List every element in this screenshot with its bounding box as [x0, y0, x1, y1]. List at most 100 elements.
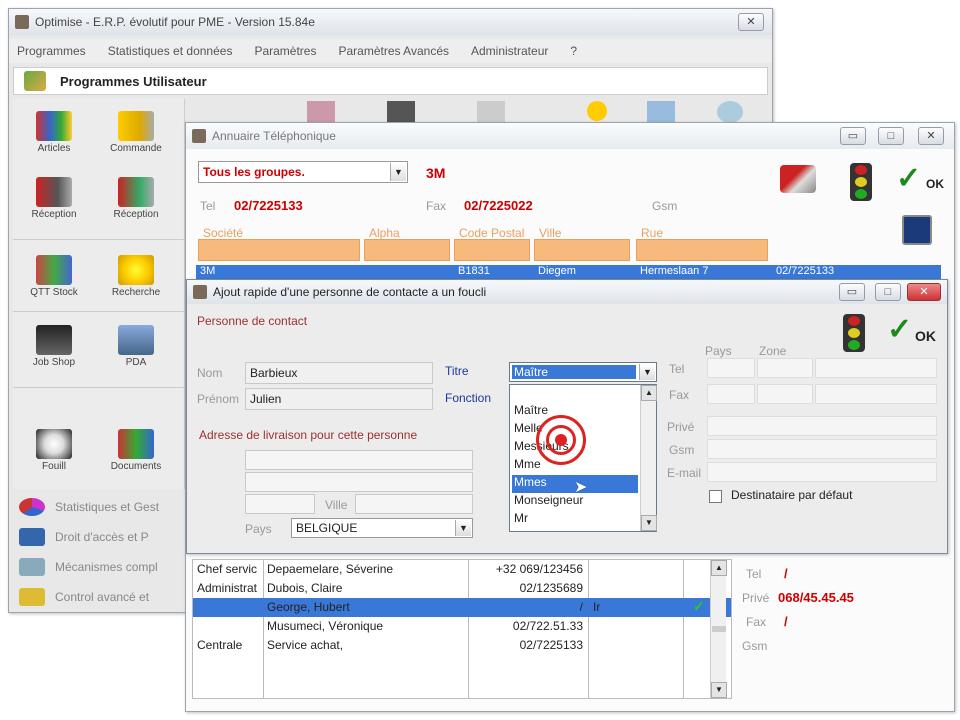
tel-number-field[interactable] [815, 358, 937, 378]
pencil-tools-icon[interactable] [780, 165, 816, 193]
tile-articles-label: Articles [37, 143, 71, 154]
contact-nom: Musumeci, Véronique [267, 619, 384, 633]
tile-pda[interactable]: PDA [101, 319, 171, 389]
menu-administrateur[interactable]: Administrateur [471, 44, 548, 58]
annuaire-minimize-button[interactable]: ▭ [840, 127, 866, 145]
prive-field[interactable] [707, 416, 937, 436]
building-icon[interactable] [477, 101, 505, 123]
ajout-ok-check-icon[interactable]: ✓ [887, 312, 912, 347]
dropdown-scroll-up-icon[interactable]: ▲ [641, 385, 657, 401]
tile-fouill[interactable]: Fouill [19, 423, 89, 493]
tile-recherche[interactable]: Recherche [101, 249, 171, 319]
menu-help[interactable]: ? [570, 44, 577, 58]
chevron-down-icon[interactable]: ▼ [455, 520, 471, 536]
ajout-close-button[interactable]: ✕ [907, 283, 941, 301]
tile-commande[interactable]: Commande [101, 105, 171, 175]
company-row[interactable]: 3M B1831 Diegem Hermeslaan 7 02/7225133 [196, 265, 941, 279]
annuaire-close-button[interactable]: ✕ [918, 127, 944, 145]
ville-field[interactable] [355, 494, 473, 514]
chevron-down-icon[interactable]: ▼ [639, 364, 655, 380]
traffic-light-icon[interactable] [850, 163, 872, 201]
nom-field[interactable]: Barbieux [245, 362, 433, 384]
fax-number-field[interactable] [815, 384, 937, 404]
adresse-line-2[interactable] [245, 472, 473, 492]
side-droit[interactable]: Droit d'accès et P [19, 523, 189, 551]
titre-dropdown-list: Maître Melle Messieurs Mme Mmes Monseign… [509, 384, 657, 532]
contact-row[interactable]: Administrat Dubois, Claire 02/1235689 [193, 579, 731, 598]
tile-job-shop[interactable]: Job Shop [19, 319, 89, 389]
check-mark-icon[interactable]: ✓ [693, 598, 705, 615]
pays-select[interactable]: BELGIQUE ▼ [291, 518, 473, 538]
ajout-traffic-light-icon[interactable] [843, 314, 865, 352]
menu-programmes[interactable]: Programmes [17, 44, 86, 58]
save-disk-icon[interactable] [902, 215, 932, 245]
people-icon[interactable] [387, 101, 415, 123]
tel-pays-field[interactable] [707, 358, 755, 378]
tile-reception-label: Réception [31, 209, 77, 220]
tiles-area: Articles Commande Réception Réception QT… [13, 99, 185, 489]
tile-qtt-stock-label: QTT Stock [30, 287, 78, 298]
phone-fax-label: Fax [669, 388, 690, 402]
side-statistiques[interactable]: Statistiques et Gest [19, 493, 189, 521]
monitor-icon[interactable] [647, 101, 675, 123]
side-mecanismes[interactable]: Mécanismes compl [19, 553, 189, 581]
main-close-button[interactable]: ✕ [738, 13, 764, 31]
contacts-scrollbar[interactable]: ▲ ▼ [710, 560, 727, 698]
fax-zone-field[interactable] [757, 384, 813, 404]
titre-option-label: Mmes [514, 475, 547, 489]
contact-row[interactable]: Centrale Service achat, 02/7225133 [193, 636, 731, 655]
contact-nom: Depaemelare, Séverine [267, 562, 394, 576]
adresse-line-1[interactable] [245, 450, 473, 470]
contact-tel: / [579, 600, 583, 614]
folder-icon[interactable] [307, 101, 335, 123]
tile-documents[interactable]: Documents [101, 423, 171, 493]
ajout-maximize-button[interactable]: □ [875, 283, 901, 301]
contact-fonction: Chef servic [197, 562, 258, 576]
tile-qtt-stock[interactable]: QTT Stock [19, 249, 89, 319]
gsm-field[interactable] [707, 439, 937, 459]
col-header-alpha[interactable]: Alpha [364, 226, 450, 261]
chevron-down-icon[interactable]: ▼ [390, 163, 406, 181]
section-contact-label: Personne de contact [197, 314, 308, 328]
scroll-thumb[interactable] [712, 626, 726, 632]
tel-zone-field[interactable] [757, 358, 813, 378]
menu-statistiques[interactable]: Statistiques et données [108, 44, 233, 58]
right-tel-value: / [784, 566, 788, 581]
menu-parametres[interactable]: Paramètres [254, 44, 316, 58]
tile-articles[interactable]: Articles [19, 105, 89, 175]
pencil-icon[interactable] [587, 101, 607, 121]
scroll-up-arrow-icon[interactable]: ▲ [711, 560, 727, 576]
col-header-rue[interactable]: Rue [636, 226, 768, 261]
col-header-cp[interactable]: Code Postal [454, 226, 530, 261]
code-postal-field[interactable] [245, 494, 315, 514]
tile-pda-label: PDA [125, 357, 147, 368]
scroll-down-arrow-icon[interactable]: ▼ [711, 682, 727, 698]
tile-job-shop-label: Job Shop [32, 357, 76, 368]
contact-titre: Ir [593, 600, 601, 614]
titre-option[interactable]: Mr [512, 511, 638, 529]
contact-row-selected[interactable]: George, Hubert / Ir ✓ [193, 598, 731, 617]
dropdown-scroll-down-icon[interactable]: ▼ [641, 515, 657, 531]
menu-parametres-avances[interactable]: Paramètres Avancés [338, 44, 449, 58]
contact-row[interactable]: Chef servic Depaemelare, Séverine +32 06… [193, 560, 731, 579]
prenom-field[interactable]: Julien [245, 388, 433, 410]
ajout-minimize-button[interactable]: ▭ [839, 283, 865, 301]
email-field[interactable] [707, 462, 937, 482]
side-control[interactable]: Control avancé et [19, 583, 189, 611]
col-header-ville[interactable]: Ville [534, 226, 630, 261]
col-cp-label: Code Postal [459, 226, 525, 240]
annuaire-maximize-button[interactable]: □ [878, 127, 904, 145]
tile-reception[interactable]: Réception [19, 171, 89, 241]
tile-reception-pda[interactable]: Réception [101, 171, 171, 241]
destinataire-checkbox[interactable] [709, 490, 722, 503]
group-select[interactable]: Tous les groupes. ▼ [198, 161, 408, 183]
col-header-societe[interactable]: Société [198, 226, 360, 261]
globe-icon[interactable] [717, 101, 743, 123]
ajout-ok-label: OK [915, 328, 936, 344]
dropdown-scrollbar[interactable]: ▲ ▼ [640, 385, 657, 531]
boxes-icon [36, 111, 72, 141]
ok-check-icon[interactable]: ✓ [896, 161, 921, 196]
titre-select[interactable]: Maître ▼ [509, 362, 657, 382]
fax-pays-field[interactable] [707, 384, 755, 404]
contact-row[interactable]: Musumeci, Véronique 02/722.51.33 [193, 617, 731, 636]
